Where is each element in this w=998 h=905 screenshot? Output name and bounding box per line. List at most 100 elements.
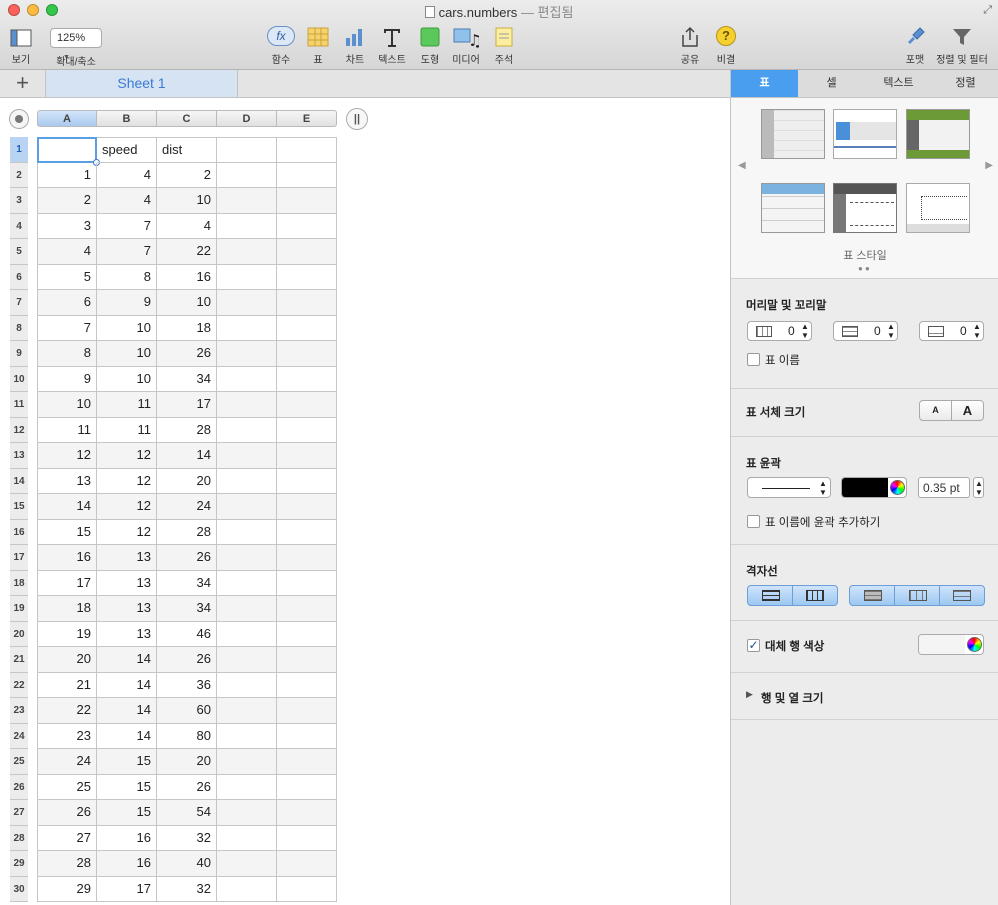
- zoom-control[interactable]: 125% ▼ 확대/축소: [46, 26, 106, 68]
- table-cell[interactable]: [277, 469, 337, 494]
- tab-cell[interactable]: 셀: [798, 70, 865, 97]
- table-cell[interactable]: [217, 290, 277, 316]
- outline-color-well[interactable]: [841, 477, 907, 498]
- table-cell[interactable]: 4: [97, 163, 157, 188]
- table-cell[interactable]: [277, 571, 337, 596]
- table-cell[interactable]: [217, 800, 277, 826]
- table-cell[interactable]: 8: [97, 265, 157, 290]
- row-header[interactable]: 20: [10, 622, 28, 647]
- row-header[interactable]: 2: [10, 163, 28, 188]
- table-cell[interactable]: 11: [97, 392, 157, 418]
- table-cell[interactable]: [277, 316, 337, 341]
- table-cell[interactable]: 24: [37, 749, 97, 775]
- table-cell[interactable]: 13: [97, 622, 157, 647]
- table-cell[interactable]: [277, 622, 337, 647]
- table-cell[interactable]: [217, 622, 277, 647]
- table-cell[interactable]: 17: [97, 877, 157, 902]
- table-cell[interactable]: [217, 188, 277, 214]
- table-cell[interactable]: [217, 418, 277, 443]
- table-cell[interactable]: 22: [157, 239, 217, 265]
- table-cell[interactable]: 13: [97, 596, 157, 622]
- row-header[interactable]: 6: [10, 265, 28, 290]
- text-button[interactable]: 텍스트: [376, 26, 408, 66]
- table-cell[interactable]: 14: [97, 698, 157, 724]
- table-cell[interactable]: 8: [37, 341, 97, 367]
- increase-font-button[interactable]: A: [952, 401, 983, 420]
- table-cell[interactable]: 36: [157, 673, 217, 698]
- table-cell[interactable]: 15: [97, 800, 157, 826]
- table-style-2[interactable]: [833, 109, 897, 159]
- table-cell[interactable]: 21: [37, 673, 97, 698]
- table-cell[interactable]: [277, 877, 337, 902]
- table-cell[interactable]: 15: [37, 520, 97, 545]
- row-header[interactable]: 8: [10, 316, 28, 341]
- row-header[interactable]: 26: [10, 775, 28, 800]
- row-header[interactable]: 14: [10, 469, 28, 494]
- fullscreen-icon[interactable]: ⤢: [983, 4, 992, 17]
- column-header-d[interactable]: D: [217, 110, 277, 127]
- table-style-5[interactable]: [833, 183, 897, 233]
- table-cell[interactable]: 34: [157, 367, 217, 392]
- table-cell[interactable]: 32: [157, 826, 217, 851]
- table-cell[interactable]: [277, 290, 337, 316]
- table-cell[interactable]: [277, 341, 337, 367]
- table-cell[interactable]: 12: [97, 494, 157, 520]
- row-header[interactable]: 11: [10, 392, 28, 418]
- table-cell[interactable]: [277, 265, 337, 290]
- table-style-6[interactable]: [906, 183, 970, 233]
- table-cell[interactable]: 26: [157, 545, 217, 571]
- table-cell[interactable]: 16: [97, 826, 157, 851]
- table-cell[interactable]: 13: [97, 571, 157, 596]
- table-cell[interactable]: 4: [97, 188, 157, 214]
- row-header[interactable]: 16: [10, 520, 28, 545]
- table-cell[interactable]: 2: [157, 163, 217, 188]
- table-cell[interactable]: 13: [37, 469, 97, 494]
- table-cell[interactable]: [217, 341, 277, 367]
- table-cell[interactable]: 32: [157, 877, 217, 902]
- tab-arrange[interactable]: 정렬: [932, 70, 998, 97]
- table-style-1[interactable]: [761, 109, 825, 159]
- shape-button[interactable]: 도형: [416, 26, 444, 66]
- table-cell[interactable]: [277, 443, 337, 469]
- comment-button[interactable]: 주석: [490, 26, 518, 66]
- table-cell[interactable]: [217, 469, 277, 494]
- add-sheet-button[interactable]: +: [0, 70, 46, 97]
- alternating-row-color-well[interactable]: [918, 634, 984, 655]
- table-cell[interactable]: 12: [97, 469, 157, 494]
- sheet-tab[interactable]: Sheet 1: [46, 70, 238, 97]
- table-cell[interactable]: [217, 647, 277, 673]
- table-cell[interactable]: [217, 367, 277, 392]
- table-cell[interactable]: 4: [157, 214, 217, 239]
- table-cell[interactable]: 28: [157, 418, 217, 443]
- row-header[interactable]: 13: [10, 443, 28, 469]
- table-cell[interactable]: [277, 239, 337, 265]
- next-styles-icon[interactable]: ▶: [985, 160, 993, 171]
- table-cell[interactable]: 16: [37, 545, 97, 571]
- table-cell[interactable]: 15: [97, 775, 157, 800]
- table-name-checkbox[interactable]: [747, 353, 760, 366]
- column-header-a[interactable]: A: [37, 110, 97, 127]
- vertical-gridlines-button[interactable]: [793, 586, 837, 605]
- table-cell[interactable]: 7: [97, 214, 157, 239]
- table-cell[interactable]: [277, 826, 337, 851]
- table-cell[interactable]: [217, 724, 277, 749]
- tab-table[interactable]: 표: [731, 70, 798, 97]
- table-cell[interactable]: [217, 316, 277, 341]
- column-header-e[interactable]: E: [277, 110, 337, 127]
- table-cell[interactable]: 46: [157, 622, 217, 647]
- row-header[interactable]: 5: [10, 239, 28, 265]
- table-cell[interactable]: 40: [157, 851, 217, 877]
- table-cell[interactable]: 26: [37, 800, 97, 826]
- table-cell[interactable]: 28: [37, 851, 97, 877]
- table-cell[interactable]: [277, 596, 337, 622]
- table-cell[interactable]: [277, 392, 337, 418]
- table-cell[interactable]: 10: [97, 316, 157, 341]
- row-header[interactable]: 27: [10, 800, 28, 826]
- table-cell[interactable]: 7: [37, 316, 97, 341]
- tips-button[interactable]: ? 비결: [712, 26, 740, 66]
- table-cell[interactable]: 29: [37, 877, 97, 902]
- table-cell[interactable]: [277, 137, 337, 163]
- table-cell[interactable]: [277, 188, 337, 214]
- table-cell[interactable]: [277, 520, 337, 545]
- table-cell[interactable]: [217, 596, 277, 622]
